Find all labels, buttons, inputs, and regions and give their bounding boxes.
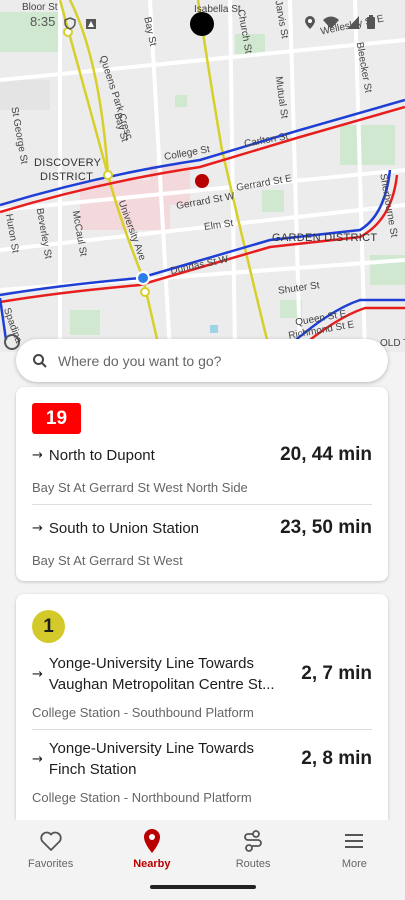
status-time: 8:35 [30,14,56,29]
divider [32,504,372,505]
battery-icon [367,14,375,33]
stop-name: Bay St At Gerrard St West [32,553,183,568]
search-input[interactable] [58,352,388,369]
location-pin-icon [143,829,160,853]
camera-cutout [190,12,214,36]
route-badge: 19 [32,403,81,434]
divider [32,729,372,730]
direction-name: Yonge-University Line Towards Vaughan Me… [49,653,275,695]
route-card-1[interactable]: 1 → Yonge-University Line Towards Vaugha… [16,594,388,820]
direction-name-line2: Vaughan Metropolitan Centre St... [48,676,275,693]
nav-label: Favorites [28,858,74,870]
arrival-times: 2, 7 min [301,663,372,684]
search-icon [33,353,47,368]
direction-row-south[interactable]: → South to Union Station 23, 50 min [32,517,372,539]
direction-name: South to Union Station [48,519,200,537]
arrival-times: 20, 44 min [280,444,372,465]
nav-label: Nearby [133,858,171,870]
arrival-times: 2, 8 min [301,748,372,769]
stop-name: College Station - Northbound Platform [32,790,252,805]
direction-row-north[interactable]: → North to Dupont 20, 44 min [32,444,372,466]
route-card-19[interactable]: 19 → North to Dupont 20, 44 min Bay St A… [16,387,388,581]
arrow-right-icon: → [32,751,43,767]
search-bar[interactable] [16,339,388,382]
nav-more[interactable]: More [304,820,405,900]
nav-label: More [341,858,367,870]
routes-icon [244,830,262,852]
nav-label: Routes [235,858,271,870]
direction-name-line1: Yonge-University Line Towards [48,655,255,672]
map-label-discovery: DISCOVERY [34,157,102,169]
direction-name: North to Dupont [48,446,155,464]
direction-name: Yonge-University Line Towards Finch Stat… [49,738,254,780]
status-bar: 8:35 [0,0,405,44]
nav-favorites[interactable]: Favorites [0,820,101,900]
stop-name: College Station - Southbound Platform [32,705,254,720]
arrow-right-icon: → [32,520,43,536]
heart-icon [39,831,62,851]
menu-icon [345,834,364,848]
stop-name: Bay St At Gerrard St West North Side [32,480,248,495]
arrival-times: 23, 50 min [280,517,372,538]
shield-status-icon [64,15,76,34]
home-indicator[interactable] [150,885,256,889]
status-icons [305,14,375,33]
direction-name-line1: Yonge-University Line Towards [48,740,255,757]
location-icon [305,14,315,33]
arrow-right-icon: → [32,447,43,463]
signal-icon [347,14,359,33]
map-label-district: DISTRICT [40,171,94,183]
map-view[interactable]: Bloor St Bay St Church St Jarvis St Well… [0,0,405,352]
map-label-garden-district: GARDEN DISTRICT [272,232,378,244]
wifi-icon [323,14,339,33]
line-badge: 1 [32,610,65,643]
arrow-right-icon: → [32,666,43,682]
app-status-icon [85,15,97,34]
direction-name-line2: Finch Station [48,761,137,778]
direction-row-southbound[interactable]: → Yonge-University Line Towards Vaughan … [32,653,372,695]
direction-row-northbound[interactable]: → Yonge-University Line Towards Finch St… [32,738,372,780]
